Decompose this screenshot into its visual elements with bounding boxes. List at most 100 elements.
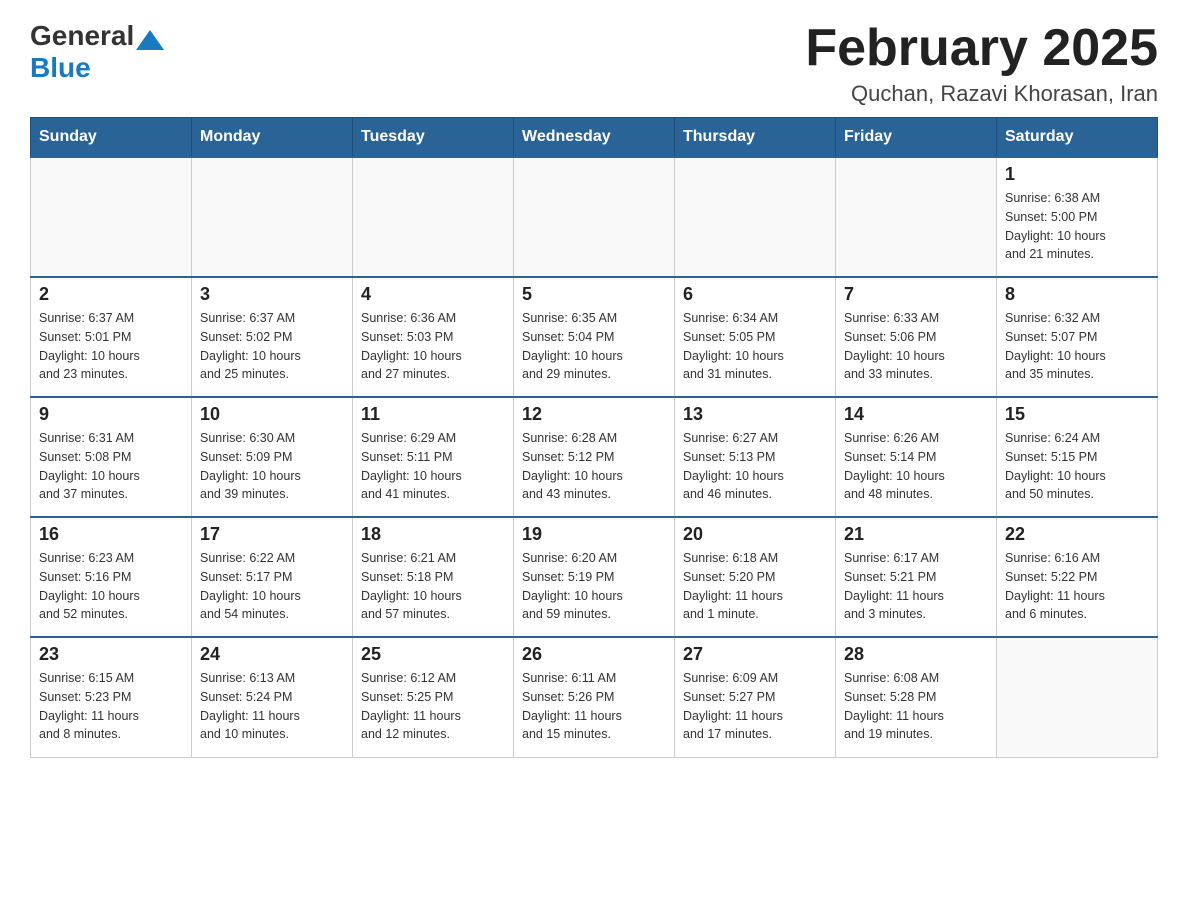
day-info: Sunrise: 6:37 AMSunset: 5:01 PMDaylight:… (39, 309, 183, 384)
week-row-5: 23 Sunrise: 6:15 AMSunset: 5:23 PMDayligh… (31, 637, 1158, 757)
calendar-cell: 21 Sunrise: 6:17 AMSunset: 5:21 PMDayligh… (836, 517, 997, 637)
calendar-table: SundayMondayTuesdayWednesdayThursdayFrid… (30, 117, 1158, 758)
day-number: 3 (200, 284, 344, 305)
day-number: 22 (1005, 524, 1149, 545)
day-number: 23 (39, 644, 183, 665)
weekday-header-saturday: Saturday (997, 118, 1158, 158)
day-info: Sunrise: 6:16 AMSunset: 5:22 PMDaylight:… (1005, 549, 1149, 624)
calendar-cell: 14 Sunrise: 6:26 AMSunset: 5:14 PMDayligh… (836, 397, 997, 517)
calendar-cell: 17Sunrise: 6:22 AMSunset: 5:17 PMDayligh… (192, 517, 353, 637)
day-number: 20 (683, 524, 827, 545)
weekday-header-wednesday: Wednesday (514, 118, 675, 158)
calendar-cell (31, 157, 192, 277)
day-number: 12 (522, 404, 666, 425)
day-info: Sunrise: 6:18 AMSunset: 5:20 PMDaylight:… (683, 549, 827, 624)
calendar-cell: 23 Sunrise: 6:15 AMSunset: 5:23 PMDayligh… (31, 637, 192, 757)
calendar-cell: 5 Sunrise: 6:35 AMSunset: 5:04 PMDaylight… (514, 277, 675, 397)
calendar-cell: 27Sunrise: 6:09 AMSunset: 5:27 PMDayligh… (675, 637, 836, 757)
day-number: 11 (361, 404, 505, 425)
day-info: Sunrise: 6:33 AMSunset: 5:06 PMDaylight:… (844, 309, 988, 384)
day-number: 26 (522, 644, 666, 665)
week-row-2: 2 Sunrise: 6:37 AMSunset: 5:01 PMDaylight… (31, 277, 1158, 397)
week-row-4: 16Sunrise: 6:23 AMSunset: 5:16 PMDayligh… (31, 517, 1158, 637)
day-number: 2 (39, 284, 183, 305)
day-info: Sunrise: 6:34 AMSunset: 5:05 PMDaylight:… (683, 309, 827, 384)
day-info: Sunrise: 6:38 AMSunset: 5:00 PMDaylight:… (1005, 189, 1149, 264)
day-number: 15 (1005, 404, 1149, 425)
title-area: February 2025 Quchan, Razavi Khorasan, I… (805, 20, 1158, 107)
day-number: 13 (683, 404, 827, 425)
day-info: Sunrise: 6:21 AMSunset: 5:18 PMDaylight:… (361, 549, 505, 624)
calendar-cell: 20 Sunrise: 6:18 AMSunset: 5:20 PMDayligh… (675, 517, 836, 637)
calendar-cell: 28Sunrise: 6:08 AMSunset: 5:28 PMDayligh… (836, 637, 997, 757)
weekday-header-sunday: Sunday (31, 118, 192, 158)
day-number: 18 (361, 524, 505, 545)
day-number: 14 (844, 404, 988, 425)
day-info: Sunrise: 6:23 AMSunset: 5:16 PMDaylight:… (39, 549, 183, 624)
day-number: 25 (361, 644, 505, 665)
calendar-cell: 6 Sunrise: 6:34 AMSunset: 5:05 PMDaylight… (675, 277, 836, 397)
day-number: 1 (1005, 164, 1149, 185)
location-subtitle: Quchan, Razavi Khorasan, Iran (805, 81, 1158, 107)
day-info: Sunrise: 6:22 AMSunset: 5:17 PMDaylight:… (200, 549, 344, 624)
calendar-cell: 3 Sunrise: 6:37 AMSunset: 5:02 PMDaylight… (192, 277, 353, 397)
day-info: Sunrise: 6:13 AMSunset: 5:24 PMDaylight:… (200, 669, 344, 744)
day-number: 28 (844, 644, 988, 665)
calendar-cell (997, 637, 1158, 757)
calendar-cell: 15 Sunrise: 6:24 AMSunset: 5:15 PMDayligh… (997, 397, 1158, 517)
weekday-header-tuesday: Tuesday (353, 118, 514, 158)
calendar-cell: 8Sunrise: 6:32 AMSunset: 5:07 PMDaylight… (997, 277, 1158, 397)
day-info: Sunrise: 6:11 AMSunset: 5:26 PMDaylight:… (522, 669, 666, 744)
weekday-header-friday: Friday (836, 118, 997, 158)
day-number: 5 (522, 284, 666, 305)
calendar-cell: 12 Sunrise: 6:28 AMSunset: 5:12 PMDayligh… (514, 397, 675, 517)
day-number: 19 (522, 524, 666, 545)
day-info: Sunrise: 6:15 AMSunset: 5:23 PMDaylight:… (39, 669, 183, 744)
day-info: Sunrise: 6:30 AMSunset: 5:09 PMDaylight:… (200, 429, 344, 504)
calendar-cell: 22 Sunrise: 6:16 AMSunset: 5:22 PMDayligh… (997, 517, 1158, 637)
day-number: 10 (200, 404, 344, 425)
week-row-1: 1 Sunrise: 6:38 AMSunset: 5:00 PMDaylight… (31, 157, 1158, 277)
calendar-cell: 24 Sunrise: 6:13 AMSunset: 5:24 PMDayligh… (192, 637, 353, 757)
logo-triangle-icon (136, 30, 164, 50)
calendar-cell (353, 157, 514, 277)
day-number: 24 (200, 644, 344, 665)
calendar-cell: 19 Sunrise: 6:20 AMSunset: 5:19 PMDayligh… (514, 517, 675, 637)
day-number: 9 (39, 404, 183, 425)
page-header: General Blue February 2025 Quchan, Razav… (30, 20, 1158, 107)
day-number: 4 (361, 284, 505, 305)
day-number: 21 (844, 524, 988, 545)
weekday-header-row: SundayMondayTuesdayWednesdayThursdayFrid… (31, 118, 1158, 158)
week-row-3: 9 Sunrise: 6:31 AMSunset: 5:08 PMDaylight… (31, 397, 1158, 517)
day-number: 6 (683, 284, 827, 305)
calendar-cell: 1 Sunrise: 6:38 AMSunset: 5:00 PMDaylight… (997, 157, 1158, 277)
calendar-cell: 10 Sunrise: 6:30 AMSunset: 5:09 PMDayligh… (192, 397, 353, 517)
calendar-cell (192, 157, 353, 277)
day-number: 27 (683, 644, 827, 665)
calendar-cell (514, 157, 675, 277)
day-info: Sunrise: 6:36 AMSunset: 5:03 PMDaylight:… (361, 309, 505, 384)
day-info: Sunrise: 6:27 AMSunset: 5:13 PMDaylight:… (683, 429, 827, 504)
calendar-cell: 25Sunrise: 6:12 AMSunset: 5:25 PMDayligh… (353, 637, 514, 757)
day-info: Sunrise: 6:31 AMSunset: 5:08 PMDaylight:… (39, 429, 183, 504)
calendar-cell: 18 Sunrise: 6:21 AMSunset: 5:18 PMDayligh… (353, 517, 514, 637)
month-title: February 2025 (805, 20, 1158, 77)
day-info: Sunrise: 6:20 AMSunset: 5:19 PMDaylight:… (522, 549, 666, 624)
day-info: Sunrise: 6:17 AMSunset: 5:21 PMDaylight:… (844, 549, 988, 624)
weekday-header-monday: Monday (192, 118, 353, 158)
day-number: 7 (844, 284, 988, 305)
logo-general-text: General (30, 20, 134, 52)
day-info: Sunrise: 6:35 AMSunset: 5:04 PMDaylight:… (522, 309, 666, 384)
calendar-cell: 4 Sunrise: 6:36 AMSunset: 5:03 PMDaylight… (353, 277, 514, 397)
calendar-cell: 26 Sunrise: 6:11 AMSunset: 5:26 PMDayligh… (514, 637, 675, 757)
calendar-cell: 16Sunrise: 6:23 AMSunset: 5:16 PMDayligh… (31, 517, 192, 637)
day-number: 8 (1005, 284, 1149, 305)
day-info: Sunrise: 6:26 AMSunset: 5:14 PMDaylight:… (844, 429, 988, 504)
day-info: Sunrise: 6:28 AMSunset: 5:12 PMDaylight:… (522, 429, 666, 504)
calendar-cell: 13 Sunrise: 6:27 AMSunset: 5:13 PMDayligh… (675, 397, 836, 517)
logo: General Blue (30, 20, 166, 84)
day-info: Sunrise: 6:37 AMSunset: 5:02 PMDaylight:… (200, 309, 344, 384)
day-info: Sunrise: 6:24 AMSunset: 5:15 PMDaylight:… (1005, 429, 1149, 504)
weekday-header-thursday: Thursday (675, 118, 836, 158)
day-info: Sunrise: 6:29 AMSunset: 5:11 PMDaylight:… (361, 429, 505, 504)
